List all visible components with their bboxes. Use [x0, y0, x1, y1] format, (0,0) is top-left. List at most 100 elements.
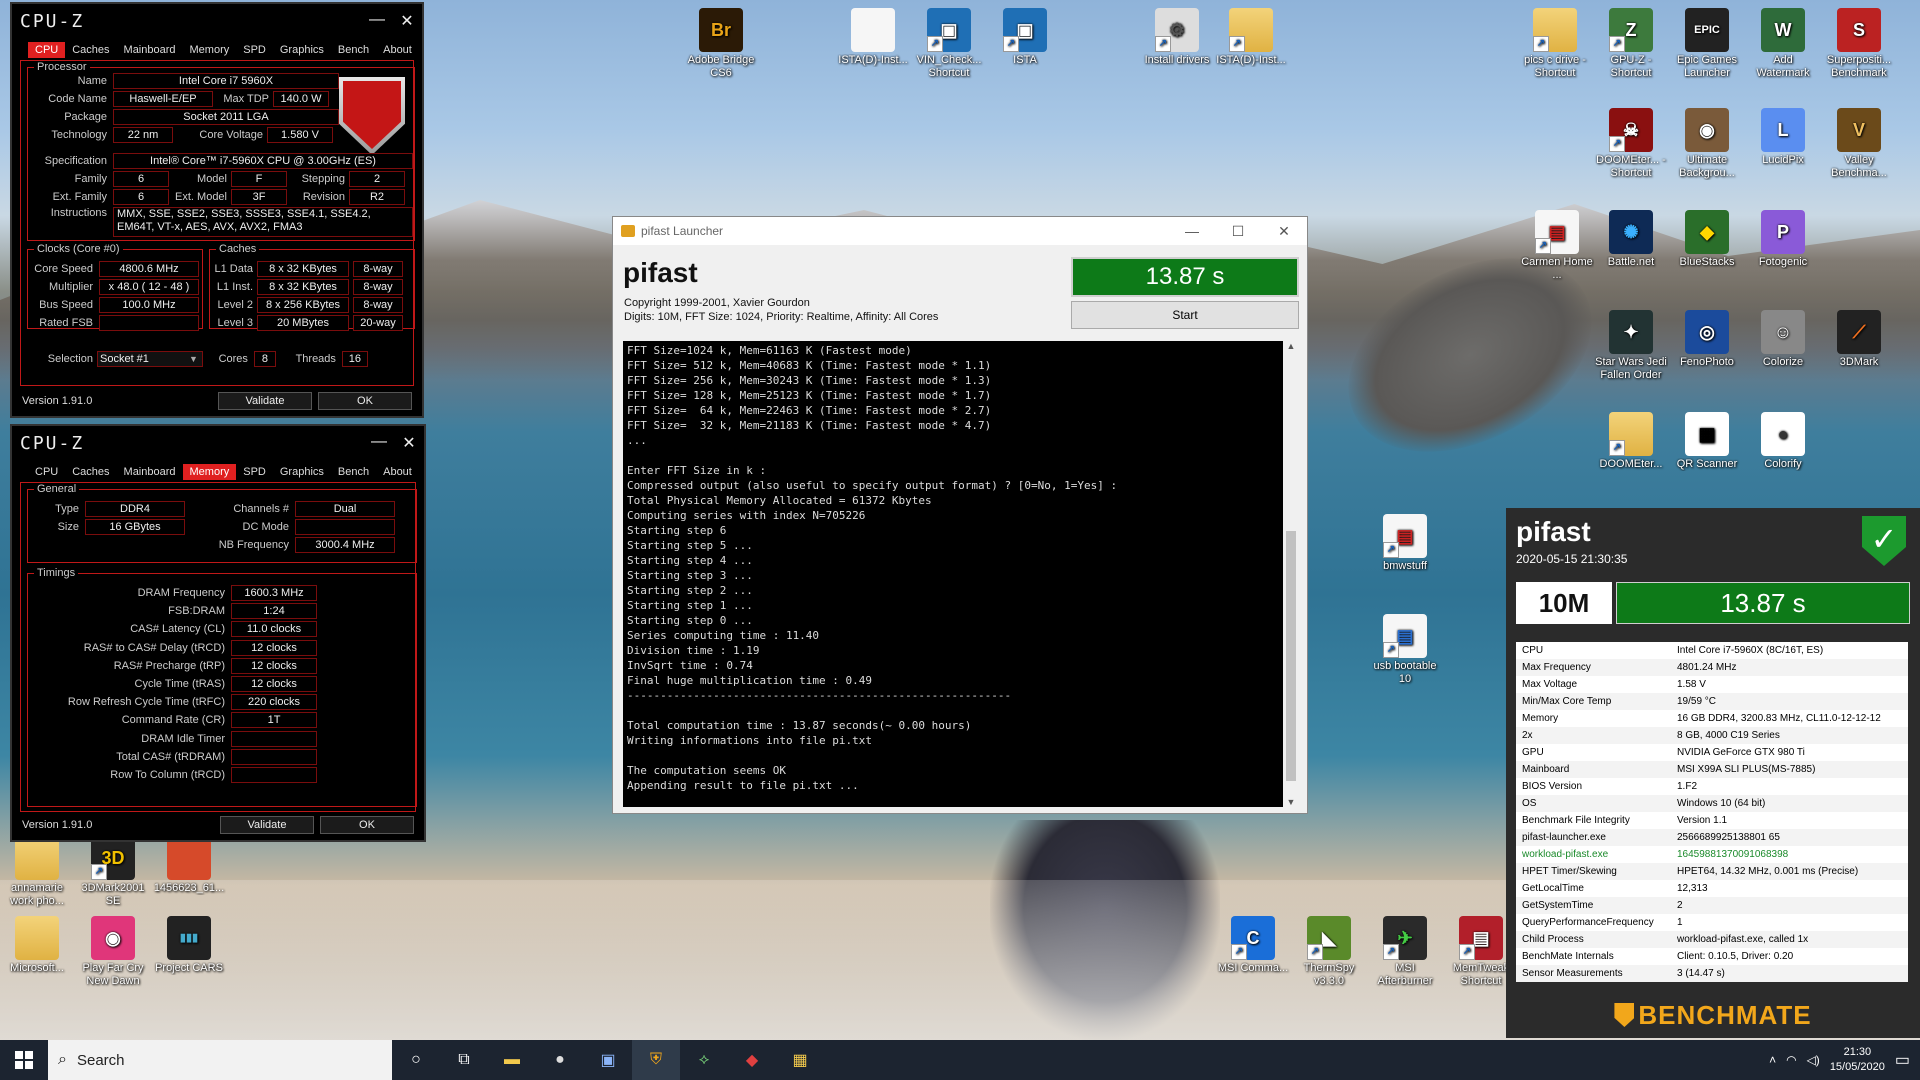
desktop-icon-install-drivers[interactable]: ⚙ Install drivers — [1140, 8, 1214, 67]
desktop-icon-lucidpix[interactable]: L LucidPix — [1746, 108, 1820, 167]
desktop-icon-ista-d-inst-doc[interactable]: ISTA(D)-Inst... — [836, 8, 910, 67]
cortana-icon[interactable]: ○ — [392, 1040, 440, 1080]
desktop-icon-carmen[interactable]: ▤Carmen Home ... — [1520, 210, 1594, 282]
desktop-icon-bluestacks[interactable]: ◆ BlueStacks — [1670, 210, 1744, 269]
pinned-app-1-icon[interactable]: ● — [536, 1040, 584, 1080]
desktop-icon-fenophoto[interactable]: ◎ FenoPhoto — [1670, 310, 1744, 369]
desktop-icon-thermspy[interactable]: ◣ThermSpy v3.3.0 — [1292, 916, 1366, 988]
desktop-icon-3dmark[interactable]: ⟋ 3DMark — [1822, 310, 1896, 369]
tab-memory[interactable]: Memory — [182, 464, 237, 480]
desktop-icon-ista-d-inst-folder[interactable]: ISTA(D)-Inst... — [1214, 8, 1288, 67]
scroll-thumb[interactable] — [1286, 531, 1296, 781]
windows-start-button[interactable] — [0, 1040, 48, 1080]
desktop-icon-gpu-z[interactable]: ZGPU-Z - Shortcut — [1594, 8, 1668, 80]
tab-caches[interactable]: Caches — [65, 42, 116, 58]
run-params: Digits: 10M, FFT Size: 1024, Priority: R… — [624, 311, 939, 323]
bm-detail-key: OS — [1522, 798, 1537, 809]
tab-memory[interactable]: Memory — [183, 42, 237, 58]
desktop-icon-colorify[interactable]: ● Colorify — [1746, 412, 1820, 471]
tab-cpu[interactable]: CPU — [28, 464, 65, 480]
tab-spd[interactable]: SPD — [236, 42, 273, 58]
search-box[interactable]: ⌕ Search — [48, 1040, 392, 1080]
minimize-button[interactable]: — — [364, 433, 394, 453]
ok-button[interactable]: OK — [320, 816, 414, 834]
desktop-icon-msi-afterburner[interactable]: ✈MSI Afterburner — [1368, 916, 1442, 988]
desktop-icon-add-watermark[interactable]: W Add Watermark — [1746, 8, 1820, 80]
tab-spd[interactable]: SPD — [236, 464, 273, 480]
network-icon[interactable]: ◠ — [1786, 1053, 1796, 1067]
volume-icon[interactable]: ◁) — [1807, 1053, 1820, 1067]
chevron-down-icon[interactable]: ▼ — [189, 354, 198, 364]
desktop-icon-label: 3DMark2001 SE — [81, 882, 145, 907]
close-button[interactable]: ✕ — [1261, 223, 1307, 240]
desktop-icon-vin-check[interactable]: ▣VIN_Check... Shortcut — [912, 8, 986, 80]
corevoltage-label: Core Voltage — [199, 129, 263, 141]
desktop-icon-superposition[interactable]: S Superpositi... Benchmark — [1822, 8, 1896, 80]
bm-detail-row: OS Windows 10 (64 bit) — [1516, 795, 1908, 812]
clock[interactable]: 21:30 15/05/2020 — [1830, 1045, 1885, 1075]
socket-select[interactable]: Socket #1 — [97, 351, 203, 367]
chevron-up-icon[interactable]: ˄ — [1769, 1053, 1776, 1067]
desktop-icon-colorize[interactable]: ☺ Colorize — [1746, 310, 1820, 369]
desktop-icon-fotogenic[interactable]: P Fotogenic — [1746, 210, 1820, 269]
close-button[interactable]: ✕ — [394, 433, 424, 453]
desktop-icon-adobe-bridge[interactable]: Br Adobe Bridge CS6 — [684, 8, 758, 80]
desktop-icon-valley[interactable]: V Valley Benchma... — [1822, 108, 1896, 180]
tab-bench[interactable]: Bench — [331, 464, 376, 480]
desktop-icon-qr-scanner[interactable]: ▦ QR Scanner — [1670, 412, 1744, 471]
pinned-app-3-icon[interactable]: ⟡ — [680, 1040, 728, 1080]
desktop-icon-msi-command[interactable]: C MSI Comma... — [1216, 916, 1290, 975]
desktop-icon-epic-games[interactable]: EPIC Epic Games Launcher — [1670, 8, 1744, 80]
tab-about[interactable]: About — [376, 42, 419, 58]
scroll-up-icon[interactable]: ▲ — [1283, 341, 1299, 351]
validate-button[interactable]: Validate — [220, 816, 314, 834]
start-button[interactable]: Start — [1071, 301, 1299, 329]
maximize-button[interactable]: ☐ — [1215, 223, 1261, 240]
bm-timestamp: 2020-05-15 21:30:35 — [1516, 552, 1628, 566]
desktop-icon-annamarie[interactable]: annamarie work pho... — [0, 836, 74, 908]
desktop-icon-ultimate-bg[interactable]: ◉ Ultimate Backgrou... — [1670, 108, 1744, 180]
pinned-app-2-icon[interactable]: ▣ — [584, 1040, 632, 1080]
version-label: Version 1.91.0 — [22, 395, 93, 407]
tab-caches[interactable]: Caches — [65, 464, 116, 480]
desktop-icon-usb-bootable[interactable]: ▤usb bootable 10 — [1368, 614, 1442, 686]
desktop-icon-label: Superpositi... Benchmark — [1826, 54, 1892, 79]
desktop-icon-project-cars[interactable]: ▮▮▮ Project CARS — [152, 916, 226, 975]
tab-mainboard[interactable]: Mainboard — [117, 464, 183, 480]
desktop-icon-far-cry[interactable]: ◉ Play Far Cry New Dawn — [76, 916, 150, 988]
task-view-icon[interactable]: ⧉ — [440, 1040, 488, 1080]
console-scrollbar[interactable]: ▲ ▼ — [1283, 341, 1299, 807]
tab-bench[interactable]: Bench — [331, 42, 376, 58]
desktop-icon-ista[interactable]: ▣ ISTA — [988, 8, 1062, 67]
desktop-icon-3dmark2001[interactable]: 3D3DMark2001 SE — [76, 836, 150, 908]
desktop-icon-file-1456623[interactable]: 1456623_61... — [152, 836, 226, 895]
desktop-icon-label: ThermSpy v3.3.0 — [1303, 962, 1355, 987]
close-button[interactable]: ✕ — [392, 11, 422, 31]
windows-logo-icon — [15, 1051, 33, 1069]
desktop-icon-doom-eternal-2[interactable]: DOOMEter... — [1594, 412, 1668, 471]
validate-button[interactable]: Validate — [218, 392, 312, 410]
scroll-down-icon[interactable]: ▼ — [1283, 797, 1299, 807]
tab-graphics[interactable]: Graphics — [273, 464, 331, 480]
tab-mainboard[interactable]: Mainboard — [117, 42, 183, 58]
desktop-icon-doom-eternal-1[interactable]: ☠DOOMEter... - Shortcut — [1594, 108, 1668, 180]
desktop-icon-microsoft[interactable]: Microsoft... — [0, 916, 74, 975]
minimize-button[interactable]: — — [362, 11, 392, 31]
benchmate-taskbar-icon[interactable]: ⛨ — [632, 1040, 680, 1080]
file-explorer-icon[interactable]: ▬ — [488, 1040, 536, 1080]
desktop-icon-battlenet[interactable]: ✺ Battle.net — [1594, 210, 1668, 269]
desktop-icon-label: Valley Benchma... — [1831, 154, 1887, 179]
minimize-button[interactable]: — — [1169, 223, 1215, 240]
desktop-icon-bmwstuff[interactable]: ▤ bmwstuff — [1368, 514, 1442, 573]
tab-graphics[interactable]: Graphics — [273, 42, 331, 58]
msi-taskbar-icon[interactable]: ◆ — [728, 1040, 776, 1080]
bm-detail-row: Max Frequency 4801.24 MHz — [1516, 659, 1908, 676]
notification-icon[interactable]: ▭ — [1895, 1050, 1910, 1070]
desktop-icon-pics-cdrive[interactable]: pics c drive - Shortcut — [1518, 8, 1592, 80]
ok-button[interactable]: OK — [318, 392, 412, 410]
cpuz-taskbar-icon[interactable]: ▦ — [776, 1040, 824, 1080]
tab-cpu[interactable]: CPU — [28, 42, 66, 58]
desktop-icon-star-wars[interactable]: ✦ Star Wars Jedi Fallen Order — [1594, 310, 1668, 382]
bm-detail-value: 19/59 °C — [1677, 696, 1717, 707]
tab-about[interactable]: About — [376, 464, 419, 480]
